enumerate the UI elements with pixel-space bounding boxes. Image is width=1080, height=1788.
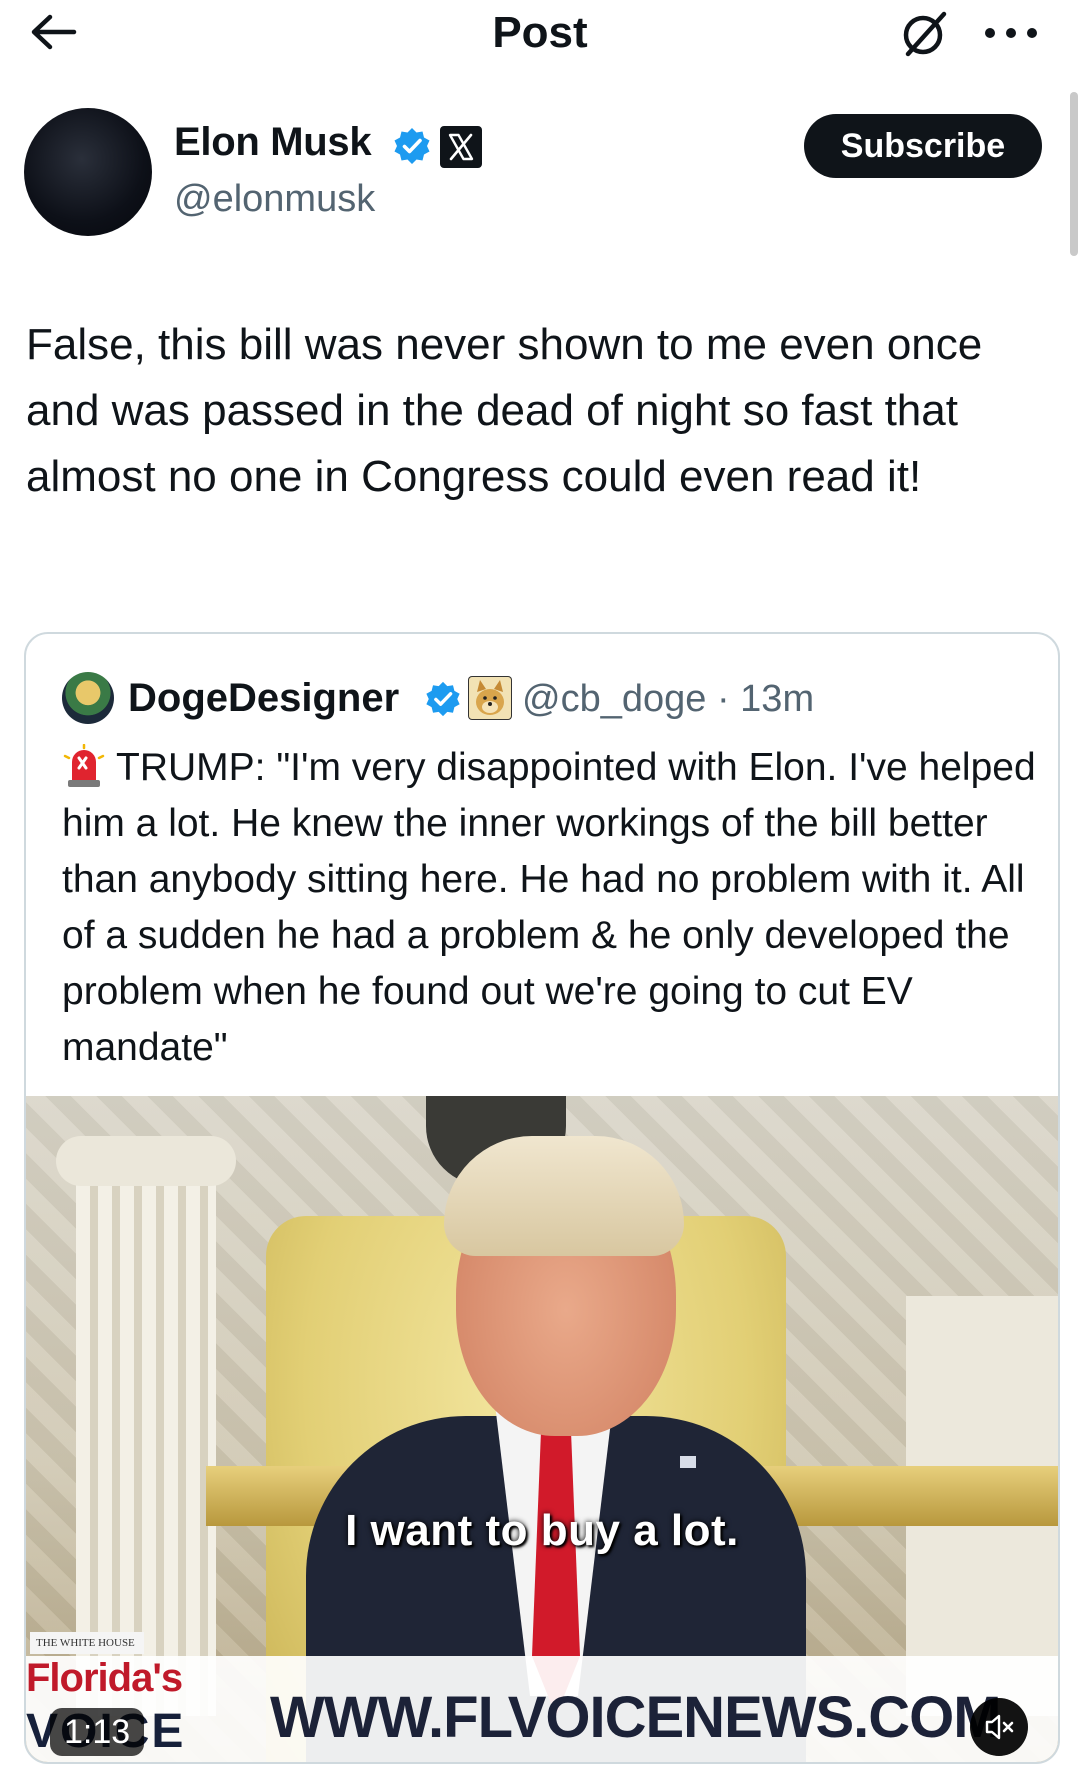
video-flag-pin bbox=[680, 1456, 696, 1468]
quoted-author-handle[interactable]: @cb_doge bbox=[522, 678, 706, 720]
author-name[interactable]: Elon Musk bbox=[174, 120, 372, 165]
doge-affiliate-badge-icon bbox=[468, 676, 512, 720]
grok-icon[interactable] bbox=[896, 6, 952, 62]
verified-badge-icon bbox=[426, 681, 460, 717]
rotating-light-icon bbox=[63, 744, 105, 787]
meta-separator: · bbox=[716, 678, 730, 720]
video-logo-line1: Florida's bbox=[26, 1656, 183, 1700]
video-caption: I want to buy a lot. bbox=[345, 1506, 739, 1555]
x-logo-icon bbox=[440, 126, 482, 168]
quoted-post-time[interactable]: 13m bbox=[740, 678, 814, 720]
video-duration-badge: 1:13 bbox=[50, 1708, 145, 1756]
video-column-capital bbox=[56, 1136, 236, 1186]
video-player[interactable]: I want to buy a lot. THE WHITE HOUSE Flo… bbox=[26, 1096, 1058, 1762]
quoted-post-card[interactable]: DogeDesigner @cb_doge · 13m TRUMP: "I'm … bbox=[24, 632, 1060, 1764]
quoted-author-name[interactable]: DogeDesigner bbox=[128, 676, 399, 721]
video-url-banner: WWW.FLVOICENEWS.COM bbox=[270, 1685, 1002, 1750]
mute-icon[interactable] bbox=[970, 1698, 1028, 1756]
subscribe-button[interactable]: Subscribe bbox=[804, 114, 1042, 178]
scrollbar[interactable] bbox=[1070, 92, 1078, 256]
quoted-post-text: TRUMP: "I'm very disappointed with Elon.… bbox=[62, 740, 1042, 1076]
quoted-post-meta: @cb_doge · 13m bbox=[522, 678, 814, 721]
video-whitehouse-tag: THE WHITE HOUSE bbox=[30, 1632, 144, 1654]
top-bar: Post bbox=[0, 0, 1080, 66]
quoted-author-avatar[interactable] bbox=[62, 672, 114, 724]
verified-badge-icon bbox=[394, 128, 430, 164]
post-text: False, this bill was never shown to me e… bbox=[26, 320, 983, 501]
quoted-post-body: TRUMP: "I'm very disappointed with Elon.… bbox=[62, 746, 1036, 1069]
video-person-hair bbox=[444, 1136, 684, 1256]
more-horizontal-icon[interactable] bbox=[982, 18, 1040, 48]
author-handle[interactable]: @elonmusk bbox=[174, 178, 375, 221]
author-avatar[interactable] bbox=[24, 108, 152, 236]
